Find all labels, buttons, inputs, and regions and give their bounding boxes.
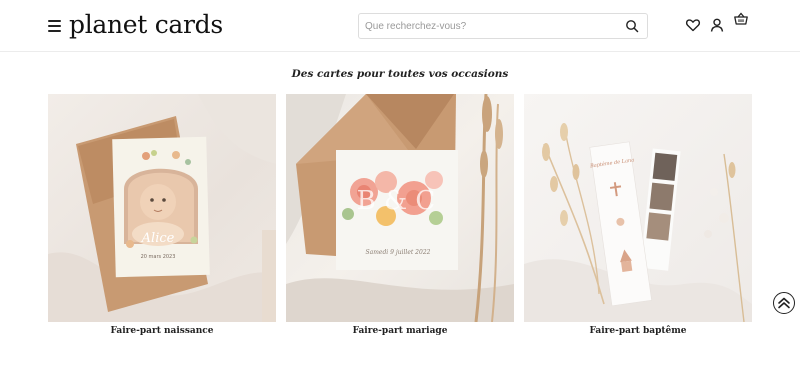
card-label-wedding[interactable]: Faire-part mariage xyxy=(286,326,514,336)
wedding-invitation-photo: B & C Samedi 9 juillet 2022 xyxy=(286,94,514,322)
card-baptism-announcement[interactable]: Baptême de Lana xyxy=(524,94,752,322)
card-birth-announcement[interactable]: Alice 20 mars 2023 xyxy=(48,94,276,322)
heart-icon[interactable] xyxy=(685,17,701,33)
wedding-initials-decor: B & C xyxy=(357,186,436,216)
birth-announcement-photo: Alice 20 mars 2023 xyxy=(48,94,276,322)
card-label-baptism[interactable]: Faire-part baptême xyxy=(524,326,752,336)
wedding-date-decor: Samedi 9 juillet 2022 xyxy=(366,249,431,256)
baptism-announcement-photo: Baptême de Lana xyxy=(524,123,752,322)
section-title: Des cartes pour toutes vos occasions xyxy=(291,68,509,80)
site-header: planet cards xyxy=(0,0,800,52)
birth-name-decor: Alice xyxy=(141,231,175,246)
card-wedding-invitation[interactable]: B & C Samedi 9 juillet 2022 xyxy=(286,94,514,322)
basket-icon[interactable] xyxy=(733,11,749,27)
birth-date-decor: 20 mars 2023 xyxy=(141,254,176,260)
search-bar xyxy=(358,13,648,39)
card-label-birth[interactable]: Faire-part naissance xyxy=(48,326,276,336)
scroll-to-top-button[interactable] xyxy=(773,292,795,314)
search-icon[interactable] xyxy=(625,19,639,33)
user-icon[interactable] xyxy=(709,17,725,33)
menu-icon[interactable] xyxy=(48,20,61,32)
double-chevron-up-icon xyxy=(778,297,790,309)
search-input[interactable] xyxy=(365,17,615,35)
site-logo[interactable]: planet cards xyxy=(69,9,223,41)
